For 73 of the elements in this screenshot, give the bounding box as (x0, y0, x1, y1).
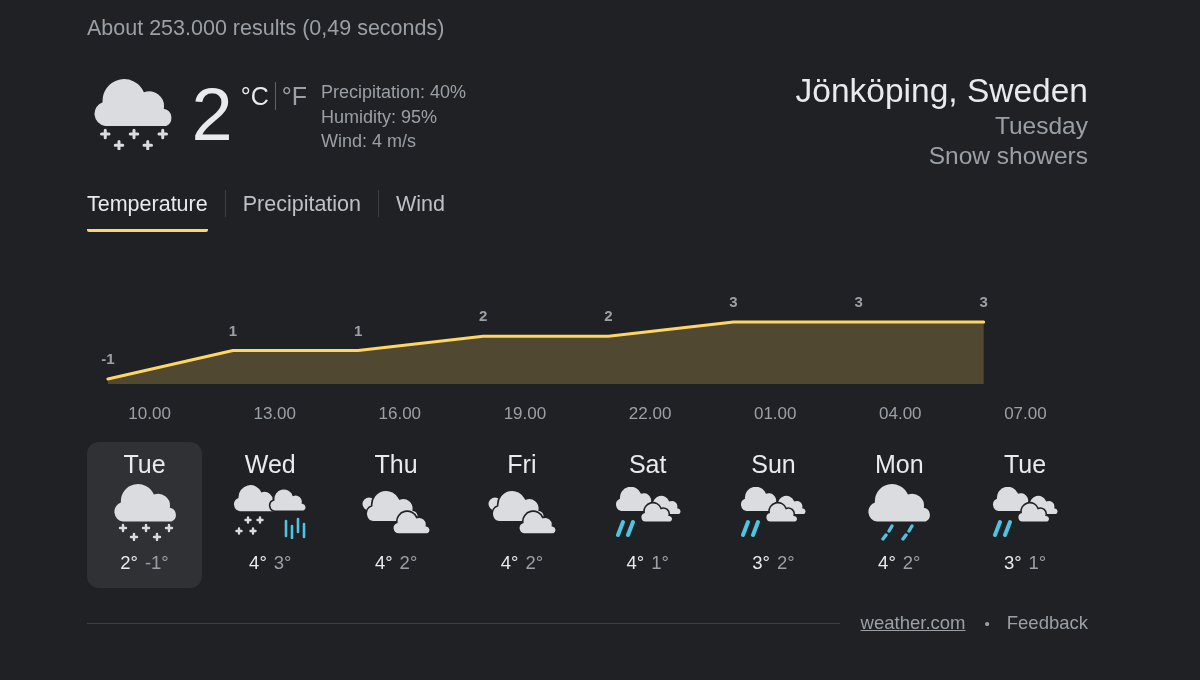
data-label: 2 (479, 307, 488, 325)
forecast-day-card[interactable]: Mon 4° 2° (841, 442, 957, 588)
forecast-day-card[interactable]: Tue 2° -1° (87, 442, 202, 588)
day-label: Sat (628, 450, 667, 478)
day-label: Mon (874, 450, 924, 478)
weather-detail: Precipitation: 40% (321, 81, 467, 104)
low-temperature: 3° (273, 552, 292, 573)
data-label: 1 (353, 321, 363, 339)
high-temperature: 4° (249, 552, 267, 573)
clouds-icon (362, 490, 431, 534)
results-count: About 253.000 results (0,49 seconds) (87, 15, 445, 41)
chart-tab[interactable]: Temperature (87, 190, 208, 232)
axis-tick-label: 13.00 (253, 404, 296, 423)
day-name: Tuesday (993, 111, 1088, 141)
unit-option[interactable]: °F (281, 82, 307, 110)
data-label: 3 (979, 293, 988, 310)
chart-tab[interactable]: Precipitation (242, 190, 362, 232)
axis-tick-label: 01.00 (753, 404, 797, 423)
unit-option[interactable]: °C (240, 82, 269, 110)
high-temperature: 4° (626, 552, 645, 573)
rain-clouds-icon (739, 487, 808, 537)
weather-detail: Wind: 4 m/s (321, 130, 418, 153)
axis-tick-label: 07.00 (1004, 404, 1047, 423)
day-label: Tue (123, 450, 166, 478)
data-label: -1 (101, 350, 115, 367)
weather-detail: Humidity: 95% (321, 105, 439, 129)
high-temperature: 2° (120, 552, 138, 573)
high-temperature: 4° (878, 552, 896, 573)
rain-clouds-icon (613, 487, 682, 537)
axis-tick-label: 16.00 (378, 404, 422, 423)
bullet-separator: • (984, 614, 990, 632)
axis-tick-label: 19.00 (503, 404, 547, 423)
forecast-day-card[interactable]: Tue 3° 1° (967, 442, 1083, 588)
data-label: 3 (854, 293, 863, 310)
day-label: Wed (244, 450, 296, 478)
axis-tick-label: 04.00 (879, 404, 922, 423)
rain-cloud-icon (868, 483, 931, 541)
day-label: Sun (751, 450, 796, 478)
high-temperature: 3° (752, 552, 770, 573)
forecast-day-card[interactable]: Fri 4° 2° (464, 442, 580, 588)
high-temperature: 4° (500, 552, 519, 573)
day-label: Tue (1004, 450, 1047, 478)
snow-cloud-icon (113, 483, 176, 541)
current-temperature: 2 (191, 78, 233, 152)
low-temperature: 1° (651, 552, 669, 573)
forecast-day-card[interactable]: Wed 4° 3° (212, 442, 328, 588)
data-label: 2 (604, 307, 613, 325)
day-label: Fri (507, 450, 537, 478)
forecast-day-card[interactable]: Sun 3° 2° (716, 442, 831, 588)
feedback-link[interactable]: Feedback (1006, 612, 1088, 634)
clouds-icon (487, 490, 556, 534)
weather-condition: Snow showers (927, 141, 1088, 171)
rain-clouds-icon (991, 487, 1060, 537)
snow-rain-clouds-icon (234, 485, 307, 539)
low-temperature: -1° (144, 552, 169, 573)
axis-tick-label: 22.00 (628, 404, 672, 423)
forecast-day-card[interactable]: Thu 4° 2° (338, 442, 454, 588)
low-temperature: 1° (1028, 552, 1047, 573)
high-temperature: 3° (1003, 552, 1022, 573)
data-label: 1 (228, 321, 238, 339)
low-temperature: 2° (399, 552, 418, 573)
data-label: 3 (729, 293, 738, 310)
high-temperature: 4° (374, 552, 393, 573)
low-temperature: 2° (525, 552, 544, 573)
axis-tick-label: 10.00 (128, 404, 171, 423)
low-temperature: 2° (902, 552, 921, 573)
low-temperature: 2° (777, 552, 795, 573)
snow-cloud-icon (94, 79, 172, 151)
source-link[interactable]: weather.com (860, 612, 966, 634)
forecast-day-card[interactable]: Sat 4° 1° (590, 442, 706, 588)
day-label: Thu (374, 450, 418, 478)
chart-tab[interactable]: Wind (396, 190, 445, 232)
location-name: Jönköping, Sweden (795, 72, 1088, 110)
